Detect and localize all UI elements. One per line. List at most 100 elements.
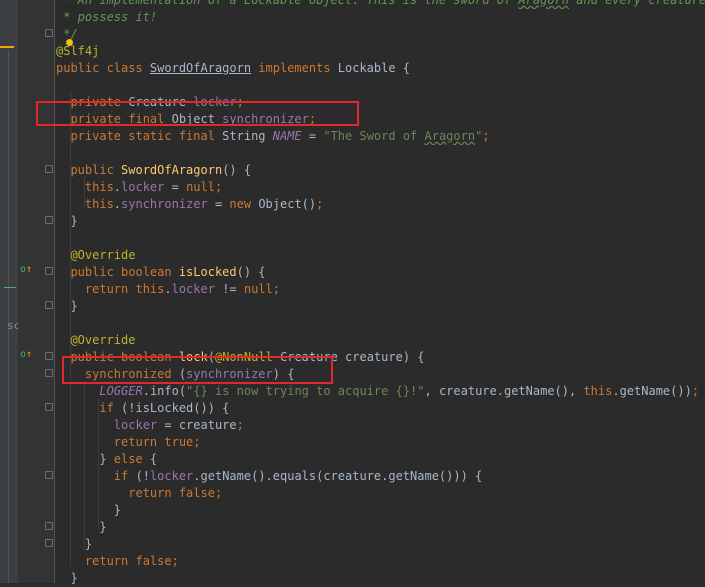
fold-toggle-icon[interactable]: [45, 403, 53, 411]
fold-toggle-icon[interactable]: [45, 539, 53, 547]
code-token: locker: [113, 418, 158, 432]
fold-toggle-icon[interactable]: [45, 267, 53, 275]
code-token: @Override: [56, 333, 136, 347]
code-line[interactable]: @Slf4j: [56, 43, 705, 60]
code-token: null: [186, 180, 215, 194]
code-token: }: [56, 520, 107, 534]
code-line[interactable]: }: [56, 298, 705, 315]
fold-toggle-icon[interactable]: [45, 369, 53, 377]
code-token: () {: [236, 265, 266, 279]
code-token: isLocked: [178, 265, 237, 279]
code-line[interactable]: }: [56, 519, 705, 536]
code-token: =: [164, 180, 187, 194]
fold-toggle-icon[interactable]: [45, 471, 53, 479]
code-token: () {: [222, 163, 252, 177]
code-line[interactable]: return false;: [56, 553, 705, 570]
code-line[interactable]: if (!locker.getName().equals(creature.ge…: [56, 468, 705, 485]
code-line[interactable]: [56, 315, 705, 332]
code-line[interactable]: return false;: [56, 485, 705, 502]
code-token: =: [207, 197, 230, 211]
code-token: ;: [193, 435, 201, 449]
code-line[interactable]: [56, 77, 705, 94]
code-token: ;: [214, 180, 223, 194]
code-line[interactable]: */: [56, 26, 705, 43]
code-token: private static final: [56, 129, 223, 143]
override-marker-icon[interactable]: o↑: [20, 264, 36, 275]
code-line[interactable]: [56, 145, 705, 162]
code-line[interactable]: }: [56, 502, 705, 519]
override-marker-icon[interactable]: o↑: [20, 349, 36, 360]
fold-toggle-icon[interactable]: [45, 29, 53, 37]
code-token: }: [56, 299, 78, 313]
code-token: ;: [214, 486, 223, 500]
code-token: locker: [171, 282, 215, 296]
code-line[interactable]: return true;: [56, 434, 705, 451]
code-line[interactable]: }: [56, 570, 705, 587]
code-token: ;: [316, 197, 324, 211]
code-token: = creature: [157, 418, 237, 432]
code-token: "{} is now trying to acquire {}!": [186, 384, 425, 398]
code-token: * possess it!: [56, 10, 158, 24]
code-line[interactable]: * An implementation of a Lockable object…: [56, 0, 705, 9]
code-token: return false: [56, 486, 215, 500]
code-token: SwordOfAragorn: [121, 163, 223, 177]
code-token: return this: [56, 282, 165, 296]
code-token: LOGGER: [99, 384, 143, 398]
code-token: Aragorn: [518, 0, 569, 7]
active-tab-marker: [0, 46, 14, 48]
code-token: @Override: [56, 248, 136, 262]
editor-gutter[interactable]: [18, 0, 54, 583]
code-line[interactable]: @Override: [56, 247, 705, 264]
code-token: }: [56, 537, 93, 551]
code-token: ;: [171, 554, 179, 568]
code-line[interactable]: public SwordOfAragorn() {: [56, 162, 705, 179]
fold-toggle-icon[interactable]: [45, 165, 53, 173]
code-token: }: [56, 503, 122, 517]
code-token: return true: [56, 435, 194, 449]
code-line[interactable]: @Override: [56, 332, 705, 349]
code-line[interactable]: LOGGER.info("{} is now trying to acquire…: [56, 383, 705, 400]
gutter-separator: [54, 0, 55, 583]
code-line[interactable]: return this.locker != null;: [56, 281, 705, 298]
code-line[interactable]: if (!isLocked()) {: [56, 400, 705, 417]
change-marker: [4, 287, 16, 288]
code-token: if: [56, 469, 136, 483]
code-line[interactable]: locker = creature;: [56, 417, 705, 434]
code-token: Object(): [258, 197, 317, 211]
code-token: locker: [121, 180, 165, 194]
code-line[interactable]: public boolean isLocked() {: [56, 264, 705, 281]
code-line[interactable]: private static final String NAME = "The …: [56, 128, 705, 145]
code-token: .: [164, 282, 172, 296]
code-token: .getName()): [612, 384, 692, 398]
code-token: NAME: [272, 129, 302, 143]
code-token: * An implementation of a Lockable object…: [56, 0, 519, 7]
code-token: , creature.getName(),: [424, 384, 584, 398]
code-token: !=: [214, 282, 244, 296]
code-token: locker: [149, 469, 194, 483]
code-line[interactable]: * possess it!: [56, 9, 705, 26]
code-token: (!isLocked()) {: [121, 401, 230, 415]
code-line[interactable]: this.synchronizer = new Object();: [56, 196, 705, 213]
code-token: null: [243, 282, 273, 296]
code-token: ;: [482, 129, 490, 143]
code-token: ;: [272, 282, 281, 296]
fold-toggle-icon[interactable]: [45, 216, 53, 224]
code-token: if: [56, 401, 122, 415]
code-line[interactable]: this.locker = null;: [56, 179, 705, 196]
code-token: this: [56, 197, 114, 211]
code-token: ;: [236, 418, 244, 432]
code-line[interactable]: }: [56, 536, 705, 553]
tool-window-strip: [0, 0, 18, 583]
code-line[interactable]: public class SwordOfAragorn implements L…: [56, 60, 705, 77]
code-line[interactable]: [56, 230, 705, 247]
fold-toggle-icon[interactable]: [45, 352, 53, 360]
code-token: this: [583, 384, 613, 398]
code-line[interactable]: } else {: [56, 451, 705, 468]
code-token: SwordOfAragorn: [149, 61, 252, 75]
fold-toggle-icon[interactable]: [45, 301, 53, 309]
lightbulb-icon[interactable]: [66, 39, 73, 46]
code-line[interactable]: }: [56, 213, 705, 230]
fold-toggle-icon[interactable]: [45, 522, 53, 530]
